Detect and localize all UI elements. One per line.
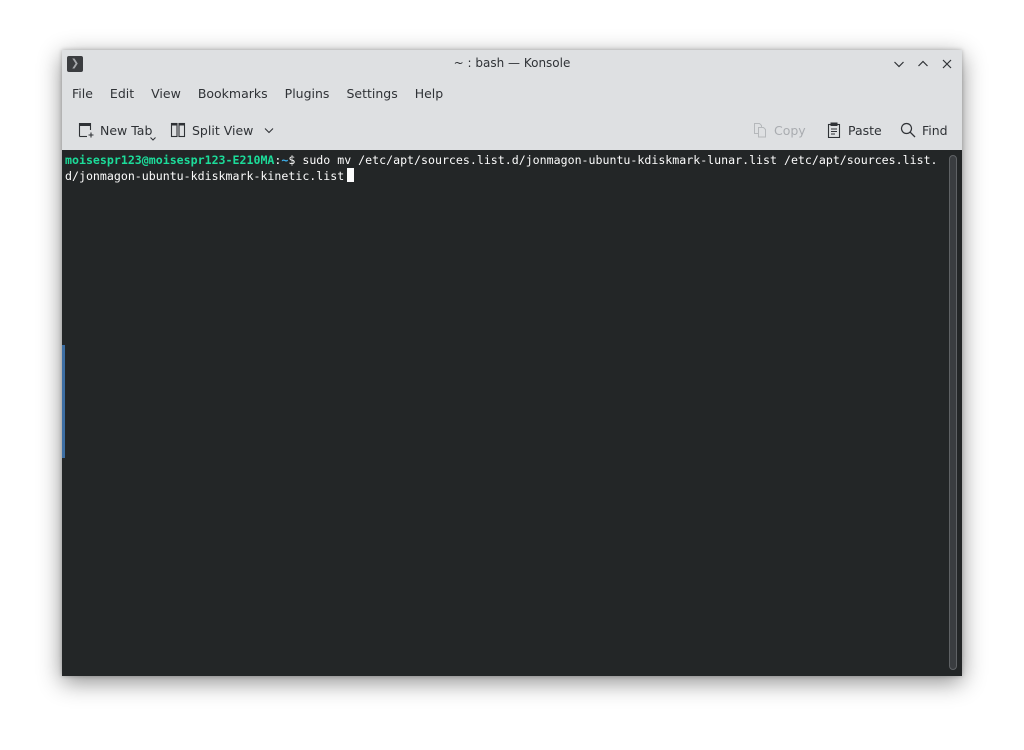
- new-tab-dropdown-icon[interactable]: [149, 136, 157, 142]
- copy-icon: [754, 123, 766, 138]
- paste-label: Paste: [848, 122, 882, 138]
- split-view-button[interactable]: Split View: [170, 120, 281, 140]
- chevron-down-icon: [894, 61, 904, 68]
- find-button[interactable]: Find: [900, 120, 948, 140]
- prompt-user-host: moisespr123@moisespr123-E210MA: [65, 153, 275, 167]
- split-view-label: Split View: [192, 122, 254, 138]
- new-tab-button[interactable]: New Tab: [78, 120, 152, 140]
- title-bar[interactable]: ❯ ~ : bash — Konsole: [62, 50, 962, 78]
- close-icon: [942, 59, 952, 69]
- new-tab-label: New Tab: [100, 122, 153, 138]
- menu-plugins[interactable]: Plugins: [279, 83, 336, 104]
- chevron-up-icon: [918, 60, 928, 67]
- paste-button[interactable]: Paste: [826, 120, 882, 140]
- search-icon: [900, 122, 916, 138]
- vertical-scrollbar[interactable]: [949, 155, 957, 670]
- menu-view[interactable]: View: [145, 83, 187, 104]
- maximize-button[interactable]: [914, 55, 932, 73]
- minimize-button[interactable]: [890, 55, 908, 73]
- window-controls: [890, 55, 956, 73]
- menu-bookmarks[interactable]: Bookmarks: [192, 83, 274, 104]
- chevron-down-icon[interactable]: [263, 124, 275, 136]
- prompt-symbol: $: [288, 153, 303, 167]
- toolbar: New Tab Split View Copy Paste Find: [62, 112, 962, 148]
- menu-file[interactable]: File: [66, 83, 99, 104]
- menu-edit[interactable]: Edit: [104, 83, 140, 104]
- menu-bar: File Edit View Bookmarks Plugins Setting…: [62, 80, 454, 106]
- menu-settings[interactable]: Settings: [340, 83, 403, 104]
- new-tab-icon: [78, 122, 94, 138]
- paste-icon: [827, 122, 841, 138]
- text-cursor: [347, 168, 355, 182]
- konsole-window: ❯ ~ : bash — Konsole File Edit View Book…: [62, 50, 962, 676]
- terminal-output[interactable]: moisespr123@moisespr123-E210MA:~$ sudo m…: [65, 152, 945, 184]
- copy-label: Copy: [774, 122, 806, 138]
- find-label: Find: [922, 122, 948, 138]
- close-button[interactable]: [938, 55, 956, 73]
- window-title: ~ : bash — Konsole: [453, 56, 571, 70]
- split-view-icon: [170, 122, 186, 138]
- focus-indicator: [62, 345, 65, 458]
- menu-help[interactable]: Help: [409, 83, 450, 104]
- copy-button[interactable]: Copy: [752, 120, 806, 140]
- terminal-view[interactable]: moisespr123@moisespr123-E210MA:~$ sudo m…: [62, 150, 962, 676]
